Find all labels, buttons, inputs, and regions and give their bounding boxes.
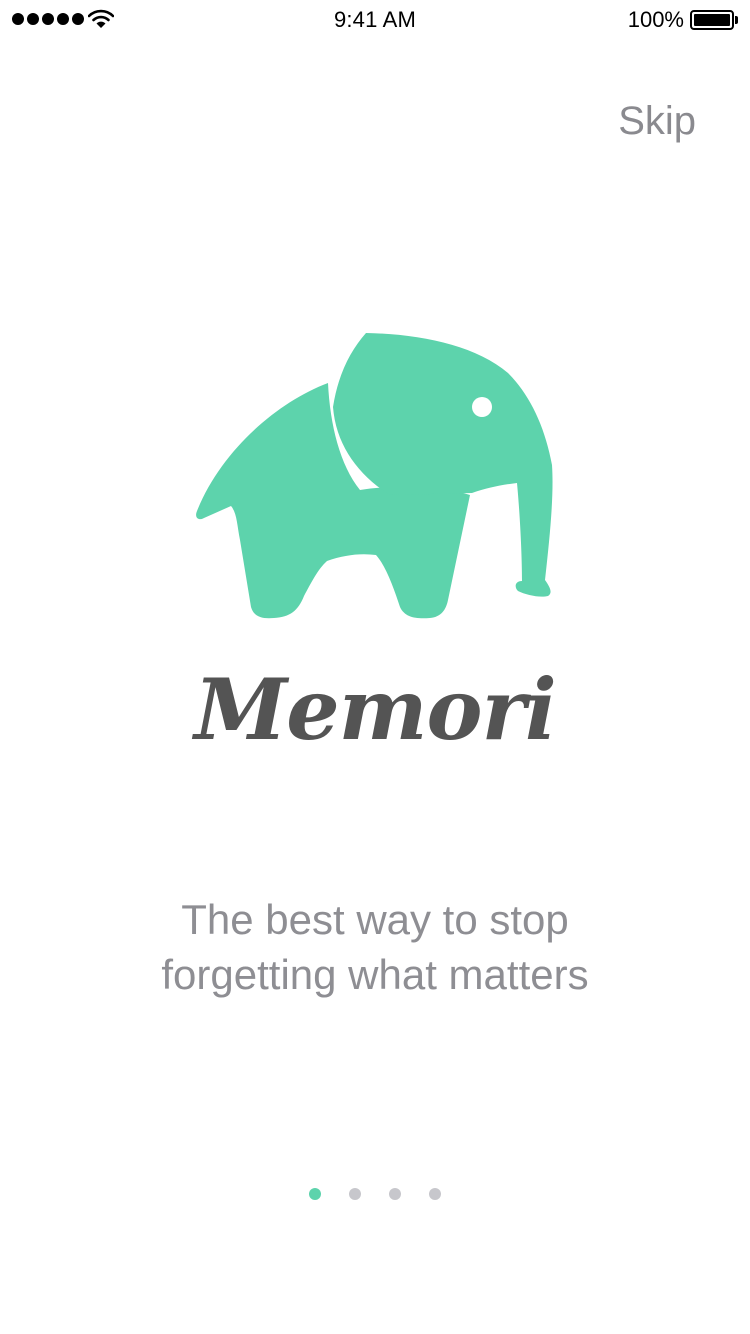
elephant-icon	[196, 333, 553, 619]
tagline-line-1: The best way to stop	[181, 896, 569, 943]
page-dot-2[interactable]	[349, 1188, 361, 1200]
page-dot-1[interactable]	[309, 1188, 321, 1200]
page-dot-4[interactable]	[429, 1188, 441, 1200]
battery-percent: 100%	[627, 7, 684, 32]
tagline-line-2: forgetting what matters	[161, 951, 589, 998]
battery-tip	[735, 16, 738, 24]
battery-icon	[690, 10, 734, 30]
page-dot-3[interactable]	[389, 1188, 401, 1200]
app-wordmark: Memori	[194, 660, 557, 759]
page-indicator[interactable]	[0, 1188, 750, 1200]
skip-button[interactable]: Skip	[618, 99, 696, 144]
tagline: The best way to stop forgetting what mat…	[0, 892, 750, 1002]
status-bar: 9:41 AM 100%	[0, 0, 750, 40]
